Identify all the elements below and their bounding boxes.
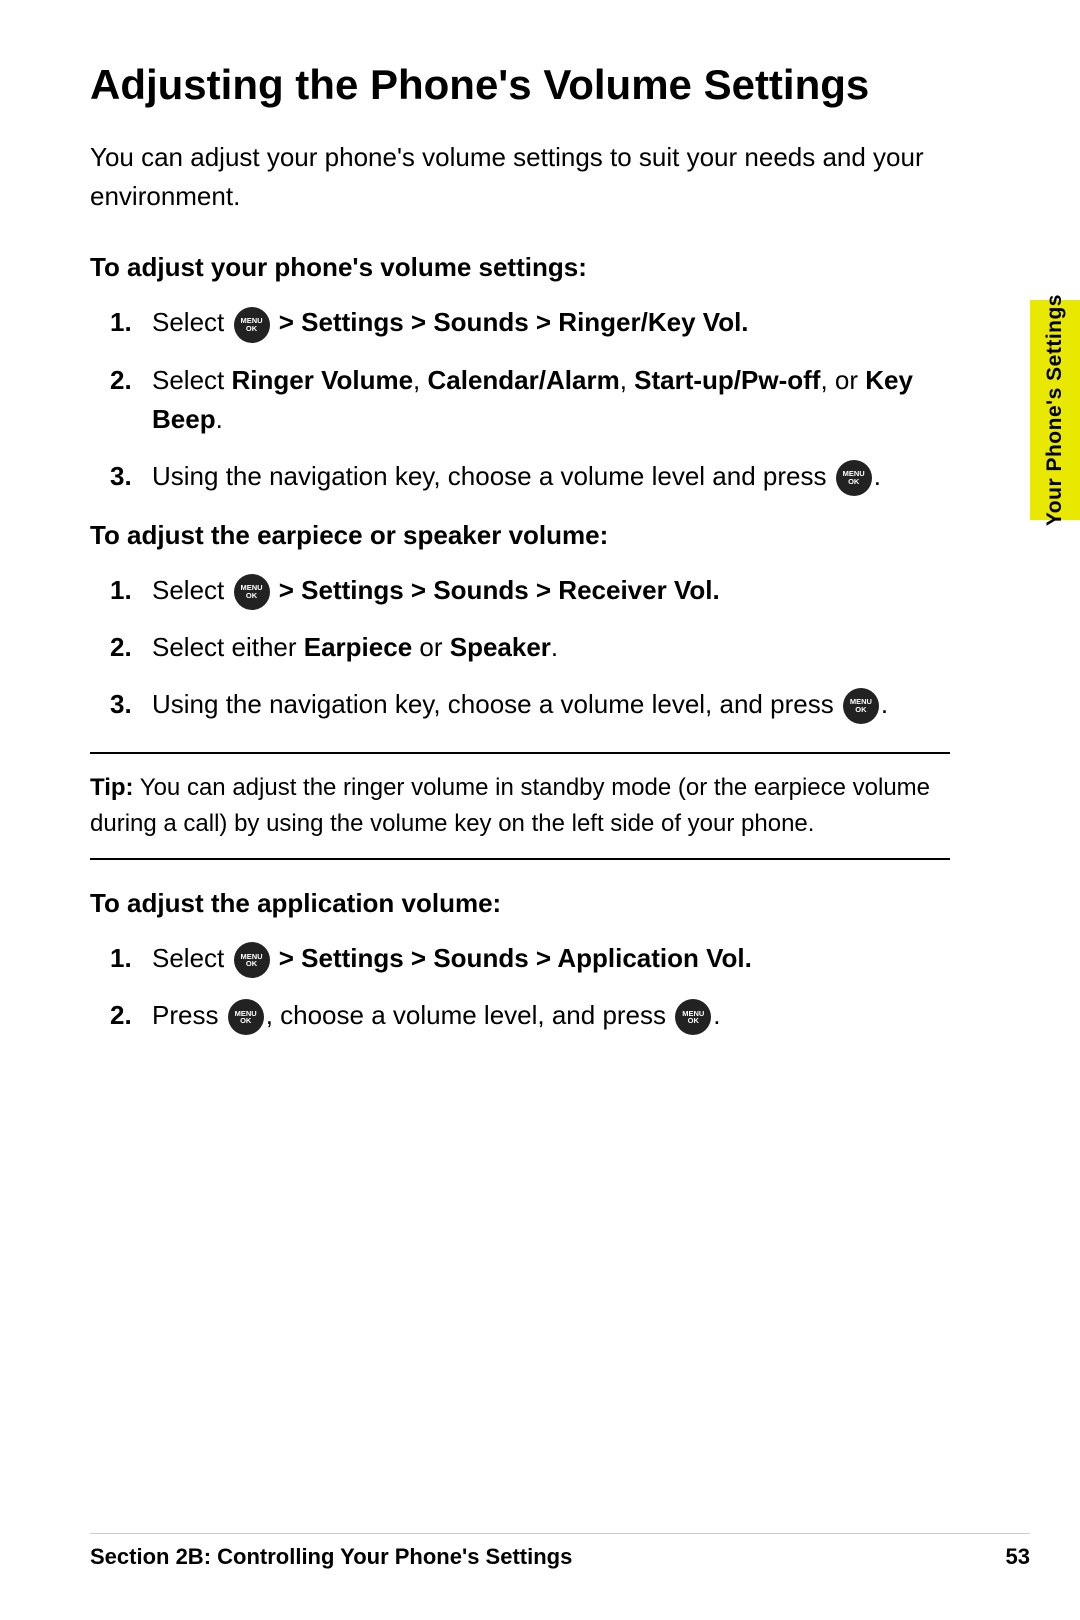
step-number: 1. bbox=[110, 571, 140, 610]
step-1-3: 3. Using the navigation key, choose a vo… bbox=[110, 457, 950, 496]
step-1-1: 1. Select MENUOK > Settings > Sounds > R… bbox=[110, 303, 950, 342]
menu-icon-3: MENUOK bbox=[234, 574, 270, 610]
side-tab: Your Phone's Settings bbox=[1030, 300, 1080, 520]
step-2-3: 3. Using the navigation key, choose a vo… bbox=[110, 685, 950, 724]
menu-icon-5: MENUOK bbox=[234, 942, 270, 978]
page-content: Adjusting the Phone's Volume Settings Yo… bbox=[0, 0, 1030, 1620]
step-number: 2. bbox=[110, 628, 140, 667]
step-number: 3. bbox=[110, 685, 140, 724]
step-3-2: 2. Press MENUOK, choose a volume level, … bbox=[110, 996, 950, 1035]
footer-bar: Section 2B: Controlling Your Phone's Set… bbox=[90, 1533, 1030, 1570]
tip-box: Tip: You can adjust the ringer volume in… bbox=[90, 752, 950, 860]
side-tab-text: Your Phone's Settings bbox=[1043, 294, 1067, 526]
step-content: Select MENUOK > Settings > Sounds > Rece… bbox=[152, 571, 950, 610]
section1-header: To adjust your phone's volume settings: bbox=[90, 252, 950, 283]
step-number: 2. bbox=[110, 361, 140, 400]
step-content: Select Ringer Volume, Calendar/Alarm, St… bbox=[152, 361, 950, 439]
section2-header: To adjust the earpiece or speaker volume… bbox=[90, 520, 950, 551]
step-content: Select MENUOK > Settings > Sounds > Ring… bbox=[152, 303, 950, 342]
tip-text: You can adjust the ringer volume in stan… bbox=[90, 774, 930, 837]
section2-steps: 1. Select MENUOK > Settings > Sounds > R… bbox=[110, 571, 950, 724]
step-content: Using the navigation key, choose a volum… bbox=[152, 685, 950, 724]
step-content: Select either Earpiece or Speaker. bbox=[152, 628, 950, 667]
menu-icon-1: MENUOK bbox=[234, 307, 270, 343]
step-3-1: 1. Select MENUOK > Settings > Sounds > A… bbox=[110, 939, 950, 978]
menu-icon-4: MENUOK bbox=[843, 688, 879, 724]
footer-page: 53 bbox=[1006, 1544, 1030, 1570]
step-number: 3. bbox=[110, 457, 140, 496]
step-2-2: 2. Select either Earpiece or Speaker. bbox=[110, 628, 950, 667]
step-2-1: 1. Select MENUOK > Settings > Sounds > R… bbox=[110, 571, 950, 610]
step-content: Using the navigation key, choose a volum… bbox=[152, 457, 950, 496]
menu-icon-7: MENUOK bbox=[675, 999, 711, 1035]
step-number: 1. bbox=[110, 303, 140, 342]
section3-header: To adjust the application volume: bbox=[90, 888, 950, 919]
section3-steps: 1. Select MENUOK > Settings > Sounds > A… bbox=[110, 939, 950, 1035]
step-number: 1. bbox=[110, 939, 140, 978]
footer-left: Section 2B: Controlling Your Phone's Set… bbox=[90, 1544, 572, 1570]
step-number: 2. bbox=[110, 996, 140, 1035]
menu-icon-6: MENUOK bbox=[228, 999, 264, 1035]
intro-text: You can adjust your phone's volume setti… bbox=[90, 138, 950, 216]
step-content: Select MENUOK > Settings > Sounds > Appl… bbox=[152, 939, 950, 978]
menu-icon-2: MENUOK bbox=[836, 460, 872, 496]
page-title: Adjusting the Phone's Volume Settings bbox=[90, 60, 950, 110]
step-content: Press MENUOK, choose a volume level, and… bbox=[152, 996, 950, 1035]
step-1-2: 2. Select Ringer Volume, Calendar/Alarm,… bbox=[110, 361, 950, 439]
section1-steps: 1. Select MENUOK > Settings > Sounds > R… bbox=[110, 303, 950, 495]
tip-label: Tip: bbox=[90, 774, 134, 801]
